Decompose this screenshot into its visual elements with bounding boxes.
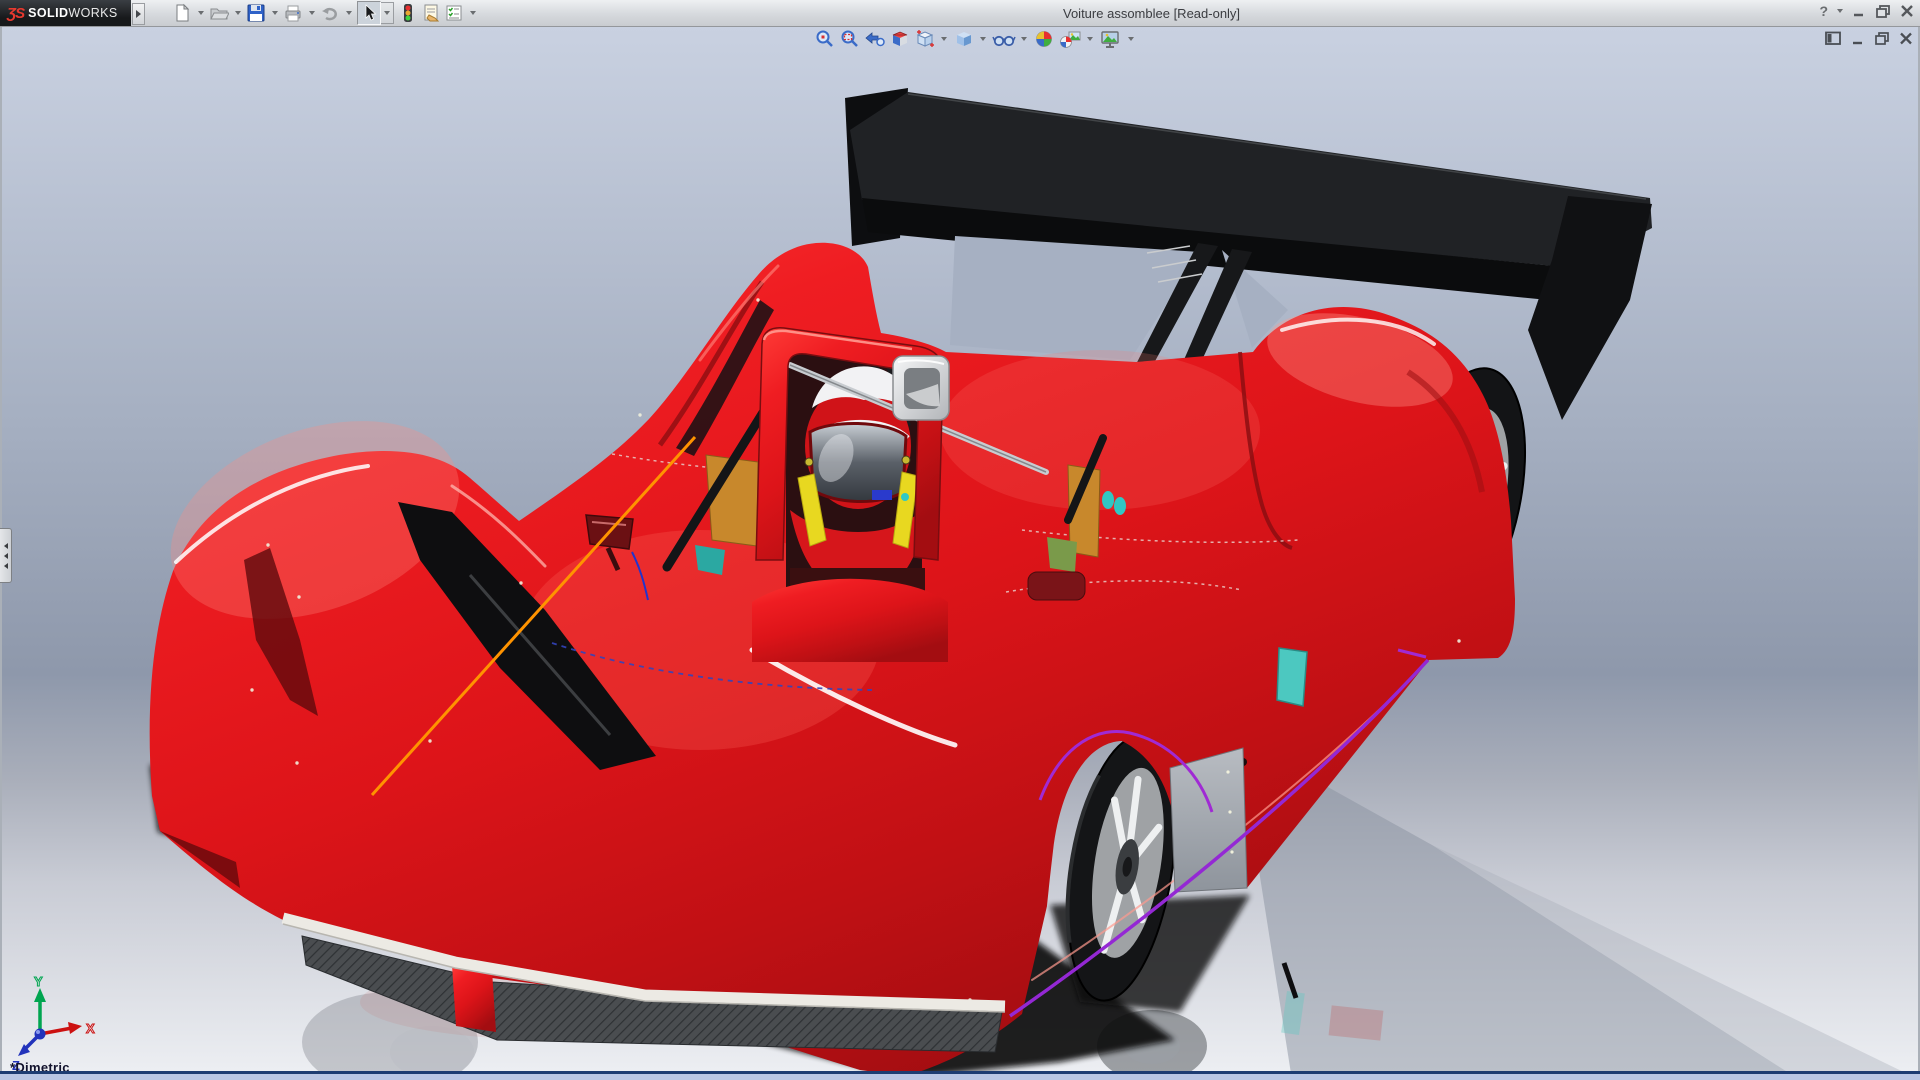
view-orientation-button[interactable]: [913, 29, 937, 49]
brand-name-bold: SOLID: [28, 6, 68, 20]
options-dropdown[interactable]: [470, 11, 476, 15]
view-settings-button[interactable]: [1098, 29, 1124, 49]
previous-view-button[interactable]: [863, 29, 887, 49]
apply-scene-icon: [1058, 29, 1082, 49]
3d-viewport[interactable]: Y X Z: [0, 26, 1920, 1071]
apply-scene-button[interactable]: [1057, 29, 1083, 49]
options-button[interactable]: [444, 3, 464, 23]
brand-name-light: WORKS: [68, 6, 117, 20]
save-button[interactable]: [246, 3, 266, 23]
select-cursor-icon: [360, 3, 378, 23]
display-style-dropdown[interactable]: [980, 37, 986, 41]
hide-show-items-button[interactable]: [991, 29, 1017, 49]
headsup-view-toolbar: [813, 29, 1139, 49]
view-orientation-icon: [914, 29, 936, 49]
rebuild-button[interactable]: [398, 3, 418, 23]
apply-scene-dropdown[interactable]: [1087, 37, 1093, 41]
help-button[interactable]: ?: [1819, 3, 1828, 19]
help-dropdown[interactable]: [1837, 9, 1843, 13]
minimize-button[interactable]: [1852, 4, 1866, 18]
chevron-left-icon: [4, 543, 8, 549]
window-frame-bottom: [0, 1071, 1920, 1080]
brand-glyph-icon: ƷS: [7, 5, 24, 22]
edit-appearance-button[interactable]: [1032, 29, 1056, 49]
feature-manager-collapsed-tab[interactable]: [0, 528, 12, 583]
menu-expand-button[interactable]: [132, 3, 145, 25]
document-minimize-button[interactable]: [1851, 31, 1865, 46]
open-folder-icon: [209, 3, 229, 23]
display-style-button[interactable]: [952, 29, 976, 49]
open-button[interactable]: [209, 3, 229, 23]
zoom-to-area-button[interactable]: [838, 29, 862, 49]
undo-dropdown[interactable]: [346, 11, 352, 15]
print-dropdown[interactable]: [309, 11, 315, 15]
window-controls: ?: [1819, 3, 1914, 19]
view-settings-dropdown[interactable]: [1128, 37, 1134, 41]
undo-button[interactable]: [320, 3, 340, 23]
new-document-icon: [172, 3, 192, 23]
air-intake: [893, 356, 949, 420]
save-dropdown[interactable]: [272, 11, 278, 15]
triad-y-label: Y: [34, 974, 43, 989]
select-tool-button[interactable]: [357, 1, 381, 25]
triad-x-label: X: [86, 1021, 95, 1036]
open-dropdown[interactable]: [235, 11, 241, 15]
previous-view-icon: [864, 29, 886, 49]
main-toolbar: [172, 2, 481, 24]
zoom-to-area-icon: [839, 29, 861, 49]
zoom-to-fit-icon: [814, 29, 836, 49]
view-orientation-dropdown[interactable]: [941, 37, 947, 41]
print-button[interactable]: [283, 3, 303, 23]
select-tool-dropdown[interactable]: [381, 2, 394, 24]
hide-show-items-dropdown[interactable]: [1021, 37, 1027, 41]
view-settings-monitor-icon: [1099, 29, 1123, 49]
file-properties-button[interactable]: [421, 3, 441, 23]
undo-icon: [320, 3, 340, 23]
file-properties-icon: [421, 3, 441, 23]
options-list-icon: [444, 3, 464, 23]
close-button[interactable]: [1900, 4, 1914, 18]
restore-button[interactable]: [1875, 4, 1891, 18]
new-document-button[interactable]: [172, 3, 192, 23]
chevron-down-icon: [384, 11, 390, 15]
chevron-left-icon: [4, 563, 8, 569]
appearance-sphere-icon: [1033, 29, 1055, 49]
section-view-icon: [889, 29, 911, 49]
document-window-controls: [1825, 31, 1913, 46]
section-view-button[interactable]: [888, 29, 912, 49]
traffic-light-icon: [398, 3, 418, 23]
display-style-icon: [953, 29, 975, 49]
chevron-right-icon: [136, 10, 141, 18]
solidworks-logo: ƷS SOLIDWORKS: [0, 0, 131, 26]
save-icon: [246, 3, 266, 23]
print-icon: [283, 3, 303, 23]
title-bar: ƷS SOLIDWORKS Voiture: [0, 0, 1920, 27]
window-title: Voiture assomblee [Read-only]: [1063, 6, 1240, 21]
document-restore-button[interactable]: [1874, 31, 1890, 46]
zoom-to-fit-button[interactable]: [813, 29, 837, 49]
eyeglasses-icon: [992, 29, 1016, 49]
document-close-button[interactable]: [1899, 31, 1913, 46]
new-dropdown[interactable]: [198, 11, 204, 15]
toggle-pane-button[interactable]: [1825, 31, 1842, 46]
chevron-left-icon: [4, 553, 8, 559]
